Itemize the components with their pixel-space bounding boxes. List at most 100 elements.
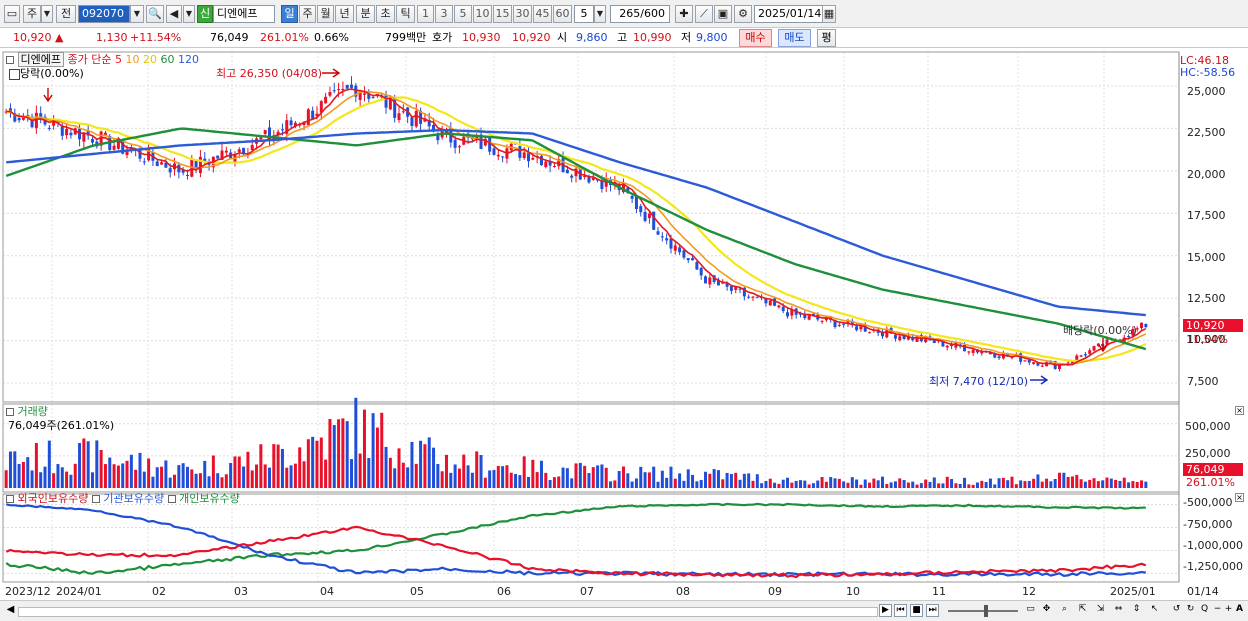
volume-bar [26,457,30,488]
zoom-slider[interactable] [948,610,1018,612]
chart-window-icon[interactable]: ▭ [4,5,20,23]
tool-icon[interactable]: ⇔ [1112,604,1125,617]
search-icon[interactable]: 🔍 [146,5,164,23]
interval-1-button[interactable]: 1 [417,5,434,23]
volume-bar [734,472,738,488]
period-minute-tab[interactable]: 분 [356,5,375,23]
chart-canvas[interactable] [0,48,1248,600]
interval-10-button[interactable]: 10 [473,5,492,23]
volume-bar [147,458,151,488]
interval-3-button[interactable]: 3 [435,5,453,23]
range-input[interactable]: 265/600 [610,5,670,23]
period-month-tab[interactable]: 월 [317,5,334,23]
volume-bar [738,479,742,488]
market-dropdown-icon[interactable]: ▼ [41,5,53,23]
volume-bar [665,477,669,488]
candle-body [971,349,975,353]
stock-name-field[interactable]: 디엔에프 [213,5,275,23]
draw-line-icon[interactable]: ⟋ [695,5,713,23]
candle-body [47,127,51,129]
scroll-right-icon[interactable]: ▶ [879,604,892,617]
volume-bar [138,452,142,488]
magnify-icon[interactable]: ⌕ [1058,604,1071,617]
volume-bar [570,478,574,488]
close-pane-icon[interactable]: × [1235,493,1244,502]
volume-bar [975,482,979,488]
candle-body [691,258,695,261]
stock-code-input[interactable]: 092070 [78,5,130,23]
first-page-icon[interactable]: ⏮ [894,604,907,617]
gear-icon[interactable]: ⚙ [734,5,752,23]
last-page-icon[interactable]: ⏭ [926,604,939,617]
avg-button[interactable]: 평 [817,29,836,47]
interval-60-button[interactable]: 60 [553,5,572,23]
high-annotation: 최고 26,350 (04/08) [216,67,323,80]
volume-pct: 261.01% [260,31,309,44]
volume-pane-title[interactable]: 거래량 [18,405,48,418]
price-pane-title[interactable]: 디엔에프 [17,52,64,67]
holding-tick: -750,000 [1183,518,1233,531]
scroll-left-icon[interactable]: ◀ [4,604,17,617]
period-week-tab[interactable]: 주 [299,5,316,23]
new-listing-badge[interactable]: 신 [197,5,213,23]
date-input[interactable]: 2025/01/14 [754,5,824,23]
fit-icon[interactable]: ▭ [1024,604,1037,617]
volume-bar [1105,477,1109,488]
candle-body [1040,365,1044,367]
tool-icon[interactable]: ⇲ [1094,604,1107,617]
count-dropdown-icon[interactable]: ▼ [594,5,606,23]
legend-institution[interactable]: 기관보유수량 [103,492,164,505]
legend-foreign[interactable]: 외국인보유수량 [18,492,89,505]
period-second-tab[interactable]: 초 [376,5,395,23]
prev-button[interactable]: 전 [56,5,76,23]
price-change-pct: +11.54% [130,31,182,44]
interval-15-button[interactable]: 15 [493,5,512,23]
ex-div-badge: 당락(0.00%) [9,67,84,80]
interval-5-button[interactable]: 5 [454,5,472,23]
sell-button[interactable]: 매도 [778,29,811,47]
candle-body [656,231,660,235]
legend-individual[interactable]: 개인보유수량 [179,492,240,505]
candle-body [643,211,647,221]
zoom-in-icon[interactable]: Q [1198,604,1211,617]
market-select-button[interactable]: 주 [23,5,41,23]
period-tick-tab[interactable]: 틱 [396,5,415,23]
period-year-tab[interactable]: 년 [335,5,354,23]
speaker-dropdown-icon[interactable]: ▼ [183,5,195,23]
zoom-slider-handle[interactable] [984,605,988,617]
candle-body [501,156,505,158]
scroll-track[interactable] [18,607,878,617]
pan-icon[interactable]: ✥ [1040,604,1053,617]
calendar-icon[interactable]: ▦ [822,5,836,23]
crosshair-icon[interactable]: ✚ [675,5,693,23]
interval-45-button[interactable]: 45 [533,5,552,23]
undo-icon[interactable]: ↺ [1170,604,1183,617]
close-pane-icon[interactable]: × [1235,406,1244,415]
volume-bar [233,456,237,488]
volume-value-tag: 76,049 [1183,463,1243,476]
buy-button[interactable]: 매수 [739,29,772,47]
speaker-icon[interactable]: ◀ [166,5,182,23]
interval-30-button[interactable]: 30 [513,5,532,23]
candle-body [565,169,569,174]
candle-body [807,315,811,320]
tool-icon[interactable]: ⇕ [1130,604,1143,617]
candle-body [34,112,38,129]
refresh-icon[interactable]: ↻ [1184,604,1197,617]
tool-icon[interactable]: ⇱ [1076,604,1089,617]
period-day-tab[interactable]: 일 [281,5,298,23]
save-icon[interactable]: ▣ [714,5,732,23]
price-tick: 17,500 [1187,209,1226,222]
code-dropdown-icon[interactable]: ▼ [130,5,144,23]
x-tick: 09 [768,585,782,598]
volume-bar [82,438,86,488]
candle-body [492,148,496,155]
volume-bar [1140,480,1144,488]
font-size-icon[interactable]: A [1233,604,1246,617]
interval-count-input[interactable]: 5 [574,5,594,23]
stop-icon[interactable]: ■ [910,604,923,617]
x-tick: 2025/01 [1110,585,1156,598]
volume-bar [1010,476,1014,488]
candle-body [160,162,164,165]
cursor-icon[interactable]: ↖ [1148,604,1161,617]
